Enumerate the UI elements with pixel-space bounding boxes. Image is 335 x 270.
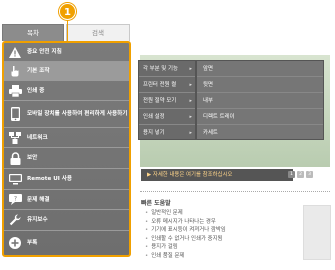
sidebar-item-safety[interactable]: 중요 안전 지침 [4, 43, 129, 62]
chevron-right-icon: ▸ [189, 114, 192, 120]
sidebar-item-mobile[interactable]: 모바일 장치를 사용하여 편리하게 사용하기 [4, 101, 129, 128]
troubleshoot-icon: ? [7, 193, 23, 207]
sidebar-item-appendix[interactable]: 부록 [4, 231, 129, 255]
sidebar-item-label: 네트워크 [27, 134, 48, 141]
help-link[interactable]: 기기에 표시등이 켜져거나 깜박임 [145, 226, 285, 235]
submenu2-item[interactable]: 뒷면 [197, 77, 323, 93]
sidebar-item-remote-ui[interactable]: Remote UI 사용 [4, 169, 129, 190]
tab-search[interactable]: 검색 [66, 24, 130, 41]
submenu-item[interactable]: 전원 절약 모기 ▸ [139, 93, 195, 109]
printer-icon [7, 84, 23, 98]
chevron-right-icon: ▸ [189, 66, 192, 72]
lock-icon [7, 151, 23, 165]
sidebar-item-label: Remote UI 사용 [27, 176, 73, 182]
pager-button[interactable]: 3 [306, 171, 313, 178]
sidebar-item-network[interactable]: 네트워크 [4, 128, 129, 148]
sidebar-item-printing[interactable]: 인쇄 중 [4, 81, 129, 101]
basic-ops-submenu: 각 부분 및 기능 ▸ 프린터 전원 켤 ▸ 전원 절약 모기 ▸ 인쇄 설정 ▸ 용지… [138, 60, 196, 140]
tab-contents[interactable]: 목차 [2, 24, 64, 41]
hand-icon [7, 64, 23, 78]
remote-ui-icon [7, 172, 23, 186]
help-link[interactable]: 용지가 걸림 [145, 243, 285, 252]
mobile-icon [7, 107, 23, 121]
help-link[interactable]: 오류 메시지가 나타나는 경우 [145, 218, 285, 227]
info-banner[interactable]: ▶ 자세한 내용은 여기를 참조하십시오 [141, 169, 293, 181]
sidebar-item-label: 모바일 장치를 사용하여 편리하게 사용하기 [27, 111, 128, 117]
svg-text:?: ? [13, 196, 16, 203]
help-link[interactable]: 일반적인 문제 [145, 209, 285, 218]
warning-icon [7, 45, 23, 59]
submenu-item[interactable]: 각 부분 및 기능 ▸ [139, 61, 195, 77]
quick-help-list: 일반적인 문제 오류 메시지가 나타나는 경우 기기에 표시등이 켜져거나 깜박… [145, 209, 285, 261]
help-link[interactable]: 인쇄 품질 문제 [145, 252, 285, 261]
sidebar-item-label: 문제 해결 [27, 196, 50, 203]
callout-line [67, 20, 68, 42]
network-icon [7, 131, 23, 145]
parts-submenu: 앞면 뒷면 내부 디렉트 트레이 카세트 [196, 60, 324, 140]
sidebar-item-troubleshooting[interactable]: ? 문제 해결 [4, 190, 129, 210]
divider [140, 191, 330, 192]
wrench-icon [7, 213, 23, 227]
sidebar-item-label: 기본 조작 [27, 68, 50, 74]
banner-label: 자세한 내용은 여기를 참조하십시오 [152, 172, 233, 178]
sidebar-nav: 중요 안전 지침 기본 조작 인쇄 중 모바일 장치를 사용하여 편리하게 사용… [2, 41, 131, 257]
sidebar-item-label: 보안 [27, 155, 38, 161]
sidebar-item-maintenance[interactable]: 유지보수 [4, 210, 129, 231]
plus-icon [7, 236, 23, 250]
chevron-right-icon: ▸ [189, 98, 192, 104]
submenu2-item[interactable]: 내부 [197, 93, 323, 109]
chevron-right-icon: ▸ [189, 82, 192, 88]
submenu-item[interactable]: 프린터 전원 켤 ▸ [139, 77, 195, 93]
sidebar-item-label: 부록 [27, 240, 38, 246]
submenu2-item[interactable]: 앞면 [197, 61, 323, 77]
pager-button[interactable]: 2 [297, 171, 304, 178]
pager-button[interactable]: 1 [288, 171, 295, 178]
quick-help-title: 빠른 도움말 [141, 200, 171, 207]
submenu2-item[interactable]: 카세트 [197, 125, 323, 141]
sidebar-item-label: 인쇄 중 [27, 87, 45, 94]
sidebar-item-security[interactable]: 보안 [4, 148, 129, 169]
submenu2-item[interactable]: 디렉트 트레이 [197, 109, 323, 125]
side-thumbnail [303, 205, 331, 260]
chevron-right-icon: ▸ [189, 130, 192, 136]
submenu-item[interactable]: 용지 넣기 ▸ [139, 125, 195, 141]
callout-badge: 1 [59, 3, 76, 20]
sidebar-item-basic[interactable]: 기본 조작 [4, 62, 129, 81]
help-link[interactable]: 인쇄할 수 없거나 인쇄가 중지됨 [145, 235, 285, 244]
sidebar-item-label: 중요 안전 지침 [27, 49, 62, 55]
sidebar-item-label: 유지보수 [27, 217, 48, 223]
submenu-item[interactable]: 인쇄 설정 ▸ [139, 109, 195, 125]
